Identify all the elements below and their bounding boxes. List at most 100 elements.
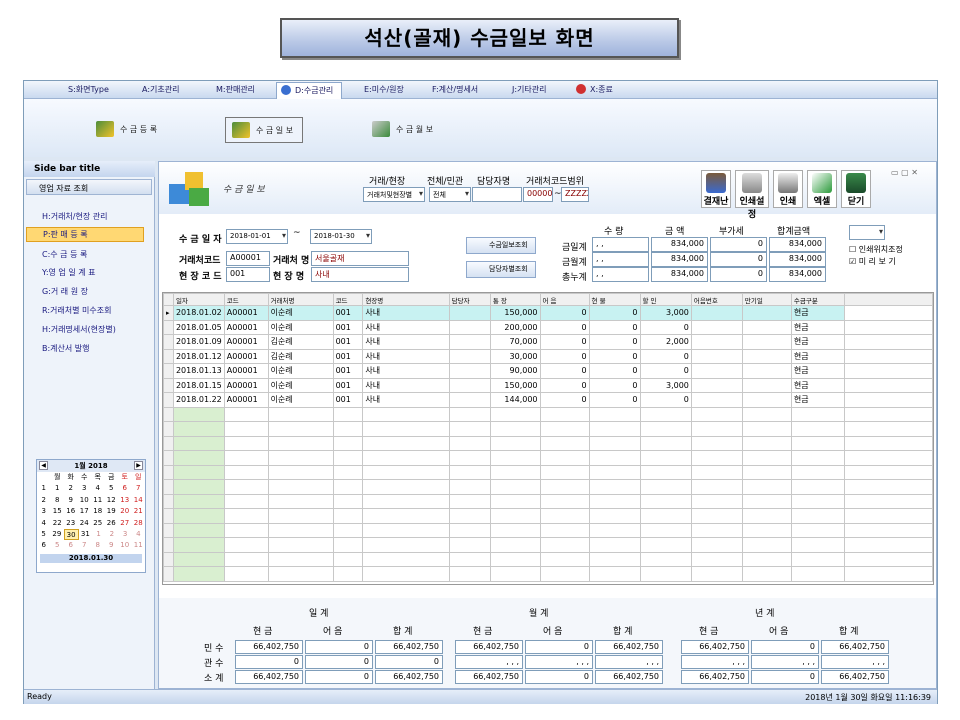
sidebar-item-statement[interactable]: H:거래명세서(현장별) <box>42 324 116 335</box>
calendar-day[interactable]: 4 <box>132 529 145 540</box>
table-cell[interactable] <box>163 392 174 408</box>
table-cell[interactable]: 이순례 <box>267 392 334 408</box>
table-cell[interactable]: 김순례 <box>267 334 334 350</box>
table-cell[interactable] <box>690 508 743 524</box>
table-cell[interactable] <box>163 435 174 451</box>
table-cell[interactable] <box>790 479 846 495</box>
print-button[interactable]: 인쇄 <box>773 170 803 208</box>
table-cell[interactable] <box>741 522 792 538</box>
table-cell[interactable] <box>539 537 590 553</box>
code-from-input[interactable]: 000000 <box>523 187 553 202</box>
table-cell[interactable] <box>223 479 269 495</box>
table-cell[interactable] <box>223 406 269 422</box>
table-cell[interactable] <box>588 566 641 582</box>
table-row[interactable] <box>163 435 933 451</box>
table-cell[interactable] <box>163 551 174 567</box>
table-cell[interactable] <box>844 421 933 437</box>
table-cell[interactable] <box>223 508 269 524</box>
table-cell[interactable] <box>690 392 743 408</box>
table-cell[interactable] <box>267 566 334 582</box>
table-cell[interactable]: 0 <box>588 319 641 335</box>
sidebar-item-client[interactable]: H:거래처/현장 관리 <box>42 211 107 222</box>
table-cell[interactable] <box>489 537 541 553</box>
table-cell[interactable]: 0 <box>539 392 590 408</box>
grid-column-header[interactable]: 거래처명 <box>267 293 334 306</box>
table-cell[interactable]: 현금 <box>790 348 846 364</box>
option-select[interactable] <box>849 225 885 240</box>
table-cell[interactable] <box>267 522 334 538</box>
grid-column-header[interactable]: 어 음 <box>539 293 590 306</box>
manager-input[interactable] <box>472 187 522 202</box>
table-cell[interactable] <box>790 406 846 422</box>
grid-column-header[interactable]: 통 장 <box>489 293 541 306</box>
table-cell[interactable]: 현금 <box>790 305 846 321</box>
table-cell[interactable] <box>790 493 846 509</box>
table-cell[interactable]: A00001 <box>223 305 269 321</box>
table-cell[interactable]: 2018.01.12 <box>172 348 225 364</box>
table-cell[interactable]: 현금 <box>790 334 846 350</box>
calendar-day[interactable]: 30 <box>63 528 79 541</box>
table-cell[interactable]: 001 <box>332 363 364 379</box>
table-cell[interactable] <box>163 522 174 538</box>
calendar-day[interactable]: 31 <box>79 529 92 540</box>
table-cell[interactable] <box>539 421 590 437</box>
calendar-day[interactable]: 11 <box>132 540 146 551</box>
table-cell[interactable] <box>448 435 491 451</box>
calendar-day[interactable]: 7 <box>132 483 146 494</box>
table-cell[interactable] <box>172 479 225 495</box>
grid-column-header[interactable] <box>844 293 933 306</box>
table-cell[interactable]: 0 <box>639 348 692 364</box>
table-cell[interactable]: 0 <box>588 377 641 393</box>
sidebar-item-sales[interactable]: P:판 매 등 록 <box>26 227 144 242</box>
table-cell[interactable] <box>844 363 933 379</box>
table-cell[interactable] <box>163 348 174 364</box>
collection-grid[interactable]: 일자 코드 거래처명 코드 현장명 담당자 통 장어 음현 물할 인 어음번호 만기일 수금구분 … <box>162 292 934 585</box>
table-cell[interactable] <box>362 537 450 553</box>
print-position-checkbox[interactable]: ☐ 인쇄위치조정 <box>849 244 903 255</box>
table-cell[interactable] <box>163 450 174 466</box>
table-cell[interactable]: 30,000 <box>489 348 541 364</box>
calendar-day[interactable]: 14 <box>132 495 146 506</box>
grid-column-header[interactable]: 어음번호 <box>690 293 743 306</box>
calendar-today[interactable]: 2018.01.30 <box>40 553 142 563</box>
table-cell[interactable]: 150,000 <box>489 377 541 393</box>
table-cell[interactable] <box>362 464 450 480</box>
table-cell[interactable] <box>163 319 174 335</box>
table-cell[interactable] <box>163 566 174 582</box>
table-cell[interactable] <box>844 435 933 451</box>
sidebar-item-collect[interactable]: C:수 금 등 록 <box>42 249 87 260</box>
table-cell[interactable] <box>362 566 450 582</box>
table-cell[interactable] <box>690 493 743 509</box>
table-row[interactable]: 2018.01.13 A00001 이순례 001 사내 90,000 0 0 0 현금 <box>163 363 933 379</box>
menu-receivables[interactable]: E:미수/원장 <box>364 84 404 95</box>
table-cell[interactable] <box>223 566 269 582</box>
client-name-input[interactable]: 서울골재 <box>311 251 409 266</box>
date-to-picker[interactable]: 2018-01-30 <box>310 229 372 244</box>
table-cell[interactable] <box>790 508 846 524</box>
site-name-input[interactable]: 사내 <box>311 267 409 282</box>
table-cell[interactable]: 현금 <box>790 392 846 408</box>
table-cell[interactable] <box>539 435 590 451</box>
table-cell[interactable] <box>741 537 792 553</box>
calendar-day[interactable]: 26 <box>105 518 119 529</box>
table-row[interactable] <box>163 406 933 422</box>
calendar-day[interactable]: 15 <box>51 506 65 517</box>
table-cell[interactable] <box>448 493 491 509</box>
approval-button[interactable]: 결재난 <box>701 170 731 208</box>
table-cell[interactable] <box>267 537 334 553</box>
calendar-day[interactable]: 12 <box>105 495 119 506</box>
grid-column-header[interactable]: 일자 <box>172 293 225 306</box>
table-cell[interactable] <box>332 479 364 495</box>
daily-report-query-button[interactable]: 수금일보조회 <box>466 237 536 254</box>
calendar-day[interactable]: 27 <box>118 518 132 529</box>
menu-invoice[interactable]: F:계산/명세서 <box>432 84 478 95</box>
table-cell[interactable]: 이순례 <box>267 319 334 335</box>
table-cell[interactable] <box>690 421 743 437</box>
calendar-day[interactable]: 28 <box>132 518 146 529</box>
table-cell[interactable]: 001 <box>332 305 364 321</box>
table-row[interactable] <box>163 522 933 538</box>
table-cell[interactable] <box>844 406 933 422</box>
table-cell[interactable]: 0 <box>539 377 590 393</box>
table-cell[interactable] <box>332 566 364 582</box>
table-cell[interactable]: 사내 <box>362 319 450 335</box>
